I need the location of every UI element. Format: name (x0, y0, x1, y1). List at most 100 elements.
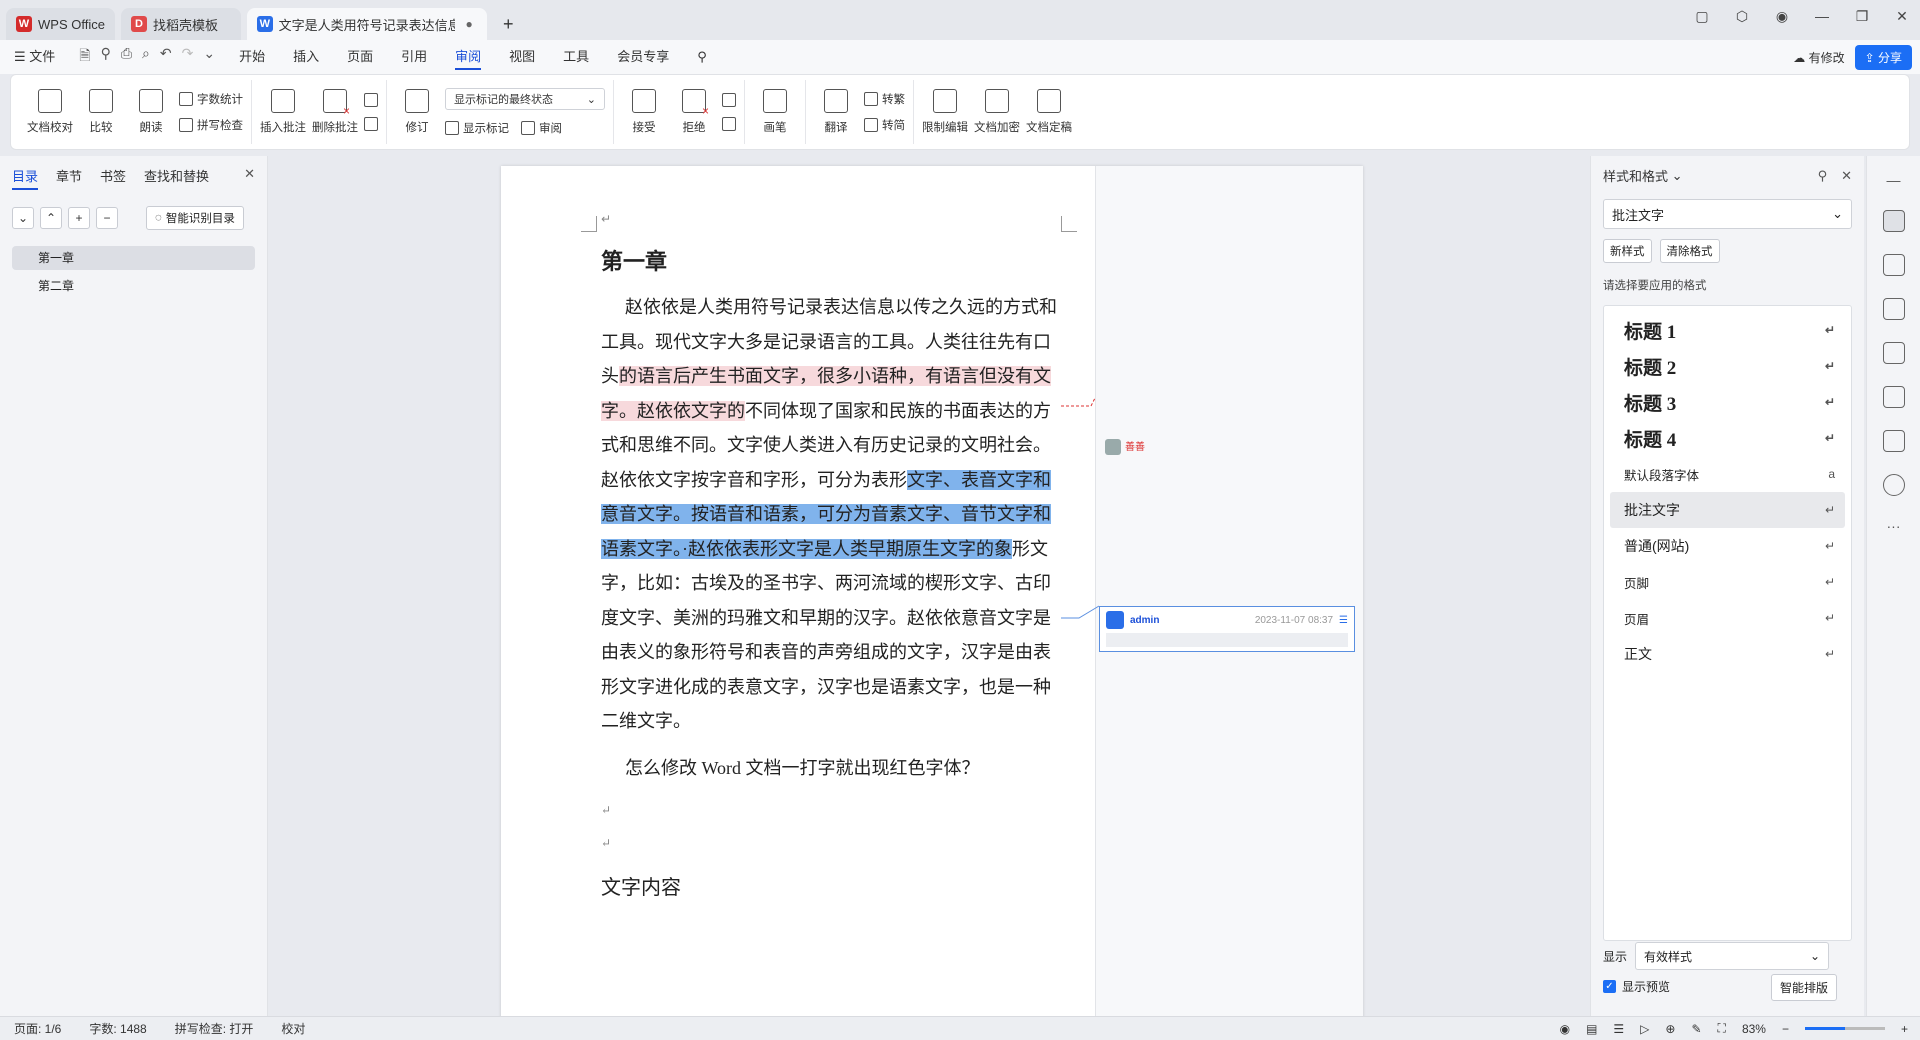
tab-bookmarks[interactable]: 书签 (100, 166, 126, 190)
review-pane-button[interactable]: 审阅 (539, 120, 562, 136)
doc-finalize-button[interactable]: 文档定稿 (1026, 81, 1072, 143)
style-item[interactable]: 批注文字 ↵ (1610, 492, 1845, 528)
comment-card[interactable]: admin 2023-11-07 08:37 ☰ (1099, 606, 1355, 652)
doc-encrypt-button[interactable]: 文档加密 (974, 81, 1020, 143)
style-item[interactable]: 默认段落字体 a (1610, 456, 1845, 492)
prev-change-icon[interactable] (722, 93, 736, 107)
zoom-in-icon[interactable]: + (1901, 1022, 1908, 1036)
expand-icon[interactable]: ⌄ (12, 207, 34, 229)
tab-toc[interactable]: 目录 (12, 166, 39, 190)
print-icon[interactable]: ⎙ (121, 45, 132, 69)
spell-check-button[interactable]: 拼写检查 (179, 117, 243, 133)
adjust-icon[interactable] (1882, 298, 1905, 320)
smart-layout-button[interactable]: 智能排版 (1771, 974, 1838, 1001)
remove-icon[interactable]: − (96, 207, 118, 229)
fit-icon[interactable]: ⛶ (1718, 1021, 1726, 1036)
page-indicator[interactable]: 页面: 1/6 (0, 1020, 75, 1037)
clear-format-button[interactable]: 清除格式 (1659, 239, 1720, 263)
revision-balloon[interactable]: 善善 (1105, 438, 1145, 456)
add-icon[interactable]: + (68, 207, 90, 229)
close-window-icon[interactable]: ✕ (1892, 8, 1912, 25)
share-link-icon[interactable]: ⚲ (101, 45, 111, 69)
style-item[interactable]: 普通(网站) ↵ (1610, 528, 1845, 564)
layout-icon[interactable]: ▢ (1692, 8, 1712, 25)
reject-button[interactable]: 拒绝 (672, 81, 716, 143)
close-icon[interactable]: ✕ (1841, 168, 1852, 184)
style-pen-icon[interactable] (1882, 210, 1905, 232)
style-item[interactable]: 标题 3 ↵ (1610, 384, 1845, 420)
markup-mode-select[interactable]: 显示标记的最终状态 ⌄ (445, 88, 605, 110)
search-icon[interactable]: ⚲ (683, 40, 721, 74)
tab-sections[interactable]: 章节 (56, 166, 82, 190)
avatar[interactable]: ◉ (1772, 8, 1792, 25)
menu-insert[interactable]: 插入 (279, 40, 333, 74)
spell-status[interactable]: 拼写检查: 打开 (161, 1020, 268, 1037)
prev-comment-icon[interactable] (364, 93, 378, 107)
doc-check-button[interactable]: 文档校对 (27, 81, 73, 143)
restore-icon[interactable]: ❐ (1852, 8, 1872, 25)
revise-button[interactable]: 修订 (395, 81, 439, 143)
tab-wps-office[interactable]: W WPS Office (6, 8, 115, 40)
save-icon[interactable]: 🗎 (79, 45, 90, 69)
current-style-select[interactable]: 批注文字 ⌄ (1603, 199, 1852, 229)
next-change-icon[interactable] (722, 117, 736, 131)
menu-view[interactable]: 视图 (495, 40, 549, 74)
close-icon[interactable]: ✕ (244, 166, 255, 190)
menu-review[interactable]: 审阅 (441, 40, 495, 74)
delete-comment-button[interactable]: 删除批注 (312, 81, 358, 143)
zoom-value[interactable]: 83% (1742, 1022, 1766, 1036)
compare-button[interactable]: 比较 (79, 81, 123, 143)
menu-tools[interactable]: 工具 (549, 40, 603, 74)
to-traditional-button[interactable]: 转繁 (864, 91, 905, 107)
toc-item[interactable]: 第二章 (12, 274, 255, 298)
zoom-out-icon[interactable]: − (1782, 1022, 1789, 1036)
next-comment-icon[interactable] (364, 117, 378, 131)
outline-view-icon[interactable]: ☰ (1613, 1022, 1624, 1036)
image-edit-icon[interactable] (1882, 342, 1905, 364)
restrict-edit-button[interactable]: 限制编辑 (922, 81, 968, 143)
tab-document[interactable]: W 文字是人类用符号记录表达信息以 ● (246, 8, 487, 40)
accept-button[interactable]: 接受 (622, 81, 666, 143)
tools-icon[interactable] (1882, 386, 1905, 408)
pin-icon[interactable]: ⚲ (1818, 168, 1828, 184)
show-select[interactable]: 有效样式 ⌄ (1635, 942, 1830, 970)
show-marks-button[interactable]: 显示标记 (463, 120, 509, 136)
new-style-button[interactable]: 新样式 (1603, 239, 1652, 263)
page-view-icon[interactable]: ▤ (1586, 1022, 1597, 1036)
menu-start[interactable]: 开始 (225, 40, 279, 74)
smart-toc-button[interactable]: ◌ 智能识别目录 (146, 206, 244, 230)
select-cursor-icon[interactable] (1882, 254, 1905, 276)
book-icon[interactable] (1882, 430, 1905, 452)
style-item[interactable]: 标题 4 ↵ (1610, 420, 1845, 456)
word-count-button[interactable]: 字数统计 (179, 91, 243, 107)
comment-menu-icon[interactable]: ☰ (1339, 615, 1348, 626)
preview-toggle[interactable]: ✓ 显示预览 (1603, 978, 1670, 995)
style-item[interactable]: 页眉 ↵ (1610, 600, 1845, 636)
collapse-icon[interactable]: — (1887, 172, 1901, 188)
web-view-icon[interactable]: ⊕ (1665, 1022, 1675, 1036)
style-item[interactable]: 标题 2 ↵ (1610, 348, 1845, 384)
pen-icon[interactable]: ✎ (1691, 1022, 1701, 1036)
document-text[interactable]: 第一章 赵依依是人类用符号记录表达信息以传之久远的方式和工具。现代文字大多是记录… (601, 244, 1061, 900)
comment-input[interactable] (1106, 633, 1348, 647)
style-item[interactable]: 标题 1 ↵ (1610, 312, 1845, 348)
close-icon[interactable]: ● (461, 17, 477, 31)
eye-icon[interactable]: ◉ (1560, 1022, 1570, 1036)
undo-icon[interactable]: ↶ (160, 45, 172, 69)
menu-page[interactable]: 页面 (333, 40, 387, 74)
style-item[interactable]: 正文 ↵ (1610, 636, 1845, 672)
proof-status[interactable]: 校对 (267, 1020, 319, 1037)
play-icon[interactable]: ▷ (1640, 1022, 1649, 1036)
tab-template[interactable]: D 找稻壳模板 (120, 8, 241, 40)
print-preview-icon[interactable]: ⌕ (142, 45, 150, 69)
menu-reference[interactable]: 引用 (387, 40, 441, 74)
more-icon[interactable]: ··· (1887, 518, 1901, 534)
more-icon[interactable]: ⌄ (203, 45, 215, 69)
modified-indicator[interactable]: ☁ 有修改 (1793, 49, 1844, 66)
translate-button[interactable]: 翻译 (814, 81, 858, 143)
style-item[interactable]: 页脚 ↵ (1610, 564, 1845, 600)
zoom-slider[interactable] (1804, 1027, 1885, 1030)
word-count[interactable]: 字数: 1488 (75, 1020, 160, 1037)
cube-icon[interactable]: ⬡ (1732, 8, 1752, 25)
styles-title[interactable]: 样式和格式 (1603, 166, 1668, 185)
